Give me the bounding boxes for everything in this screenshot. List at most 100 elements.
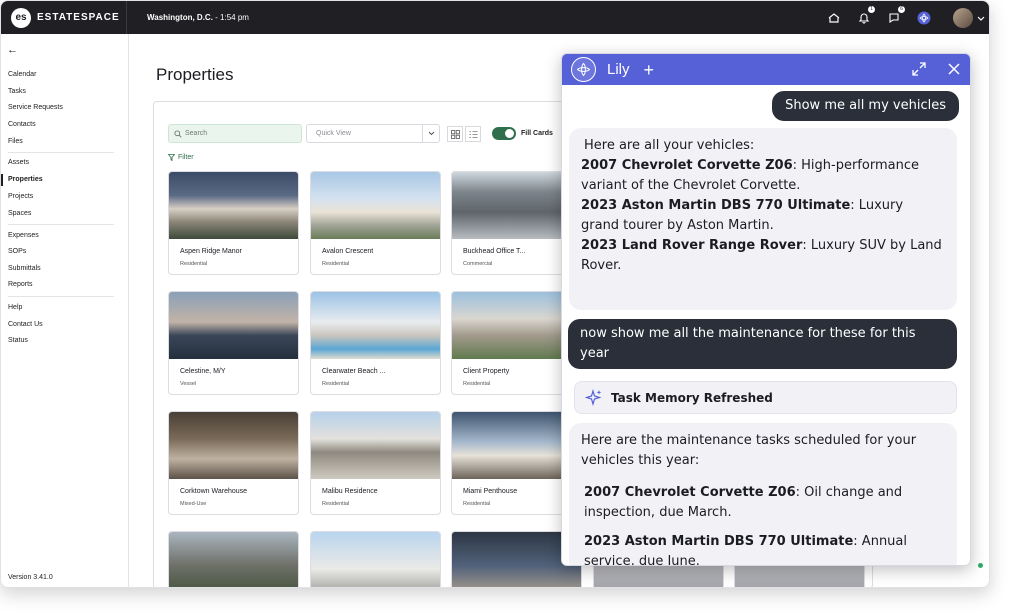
logo-mark: es — [11, 7, 31, 28]
sidebar-item-expenses[interactable]: Expenses — [8, 232, 39, 239]
property-card[interactable]: Aspen Ridge Manor Residential — [168, 171, 299, 275]
notification-badge: 1 — [868, 6, 875, 13]
property-type: Mixed-Use — [180, 501, 207, 507]
status-dot — [978, 563, 983, 568]
property-card[interactable] — [168, 531, 299, 587]
assistant-intro: Here are the maintenance tasks scheduled… — [581, 433, 917, 468]
search-placeholder: Search — [185, 130, 208, 137]
top-bar: es ESTATESPACE Washington, D.C. - 1:54 p… — [1, 1, 989, 34]
sidebar-item-files[interactable]: Files — [8, 138, 23, 145]
property-type: Residential — [180, 261, 208, 267]
property-image — [311, 532, 440, 587]
property-image — [169, 412, 298, 479]
property-image — [169, 532, 298, 587]
list-view-button[interactable] — [465, 126, 481, 142]
property-name: Avalon Crescent — [322, 248, 374, 255]
sidebar-item-submittals[interactable]: Submittals — [8, 265, 41, 272]
avatar[interactable] — [953, 7, 973, 28]
chevron-down-icon — [422, 125, 439, 142]
property-card[interactable]: Corktown Warehouse Mixed-Use — [168, 411, 299, 515]
memory-label: Task Memory Refreshed — [611, 390, 773, 405]
chevron-down-icon[interactable] — [977, 9, 985, 27]
messages-badge: 6 — [898, 6, 905, 13]
property-card[interactable]: Clearwater Beach ... Residential — [310, 291, 441, 395]
property-name: Corktown Warehouse — [180, 488, 248, 495]
active-indicator — [1, 174, 3, 186]
top-icons: 1 6 — [819, 1, 989, 34]
chat-icon[interactable]: 6 — [879, 1, 909, 34]
sidebar-item-contact-us[interactable]: Contact Us — [8, 321, 43, 328]
user-message: Show me all my vehicles — [772, 91, 959, 121]
property-name: Aspen Ridge Manor — [180, 248, 242, 255]
vehicle-name: 2023 Aston Martin DBS 770 Ultimate — [584, 534, 854, 549]
vehicle-name: 2023 Land Rover Range Rover — [581, 238, 803, 253]
expand-icon[interactable] — [912, 62, 926, 81]
time-label: - 1:54 pm — [212, 13, 249, 22]
chat-messages: Show me all my vehicles Here are all you… — [562, 85, 970, 565]
property-name: Celestine, M/Y — [180, 368, 226, 375]
maintenance-item: 2007 Chevrolet Corvette Z06: Oil change … — [581, 483, 945, 523]
lily-logo-icon — [571, 57, 596, 82]
quick-view-select[interactable]: Quick View — [306, 124, 440, 143]
sidebar-item-assets[interactable]: Assets — [8, 159, 29, 166]
user-message: now show me all the maintenance for thes… — [568, 319, 957, 369]
grid-icon — [450, 129, 460, 139]
sidebar-item-projects[interactable]: Projects — [8, 193, 33, 200]
lily-icon[interactable] — [909, 1, 939, 34]
back-arrow-icon[interactable]: ← — [7, 44, 18, 56]
property-card[interactable]: Malibu Residence Residential — [310, 411, 441, 515]
sidebar-item-calendar[interactable]: Calendar — [8, 71, 36, 78]
property-card[interactable]: Avalon Crescent Residential — [310, 171, 441, 275]
version-label: Version 3.41.0 — [8, 574, 53, 581]
logo[interactable]: es ESTATESPACE — [11, 1, 127, 34]
property-type: Residential — [322, 261, 350, 267]
property-image — [169, 172, 298, 239]
vehicle-name: 2023 Aston Martin DBS 770 Ultimate — [581, 198, 851, 213]
vehicle-item: 2023 Land Rover Range Rover: Luxury SUV … — [581, 236, 945, 276]
sidebar-item-contacts[interactable]: Contacts — [8, 121, 36, 128]
property-name: Malibu Residence — [322, 488, 378, 495]
vehicle-item: 2023 Aston Martin DBS 770 Ultimate: Luxu… — [581, 196, 945, 236]
property-card[interactable] — [310, 531, 441, 587]
fill-cards-toggle[interactable] — [492, 127, 516, 140]
property-image — [311, 172, 440, 239]
property-card[interactable]: Celestine, M/Y Vessel — [168, 291, 299, 395]
sidebar-item-properties[interactable]: Properties — [8, 176, 43, 183]
chat-header: Lily + — [562, 54, 970, 85]
sidebar-item-help[interactable]: Help — [8, 304, 22, 311]
assistant-intro: Here are all your vehicles: — [584, 138, 755, 153]
sidebar-item-spaces[interactable]: Spaces — [8, 210, 31, 217]
filter-icon — [168, 154, 175, 161]
fill-cards-label: Fill Cards — [521, 130, 553, 137]
assistant-message: Here are all your vehicles: 2007 Chevrol… — [569, 128, 957, 310]
memory-status: Task Memory Refreshed — [574, 381, 957, 414]
vehicle-item: 2007 Chevrolet Corvette Z06: High-perfor… — [581, 156, 945, 196]
location-time: Washington, D.C. - 1:54 pm — [147, 13, 249, 22]
property-type: Vessel — [180, 381, 197, 387]
property-image — [169, 292, 298, 359]
grid-view-button[interactable] — [447, 126, 463, 142]
close-icon[interactable] — [947, 62, 961, 81]
property-name: Clearwater Beach ... — [322, 368, 386, 375]
sidebar-divider — [8, 296, 114, 297]
property-name: Buckhead Office T... — [463, 248, 526, 255]
maintenance-item: 2023 Aston Martin DBS 770 Ultimate: Annu… — [581, 532, 945, 565]
property-name: Miami Penthouse — [463, 488, 518, 495]
sidebar-item-reports[interactable]: Reports — [8, 281, 33, 288]
search-input[interactable]: Search — [168, 124, 302, 143]
sidebar-item-tasks[interactable]: Tasks — [8, 88, 26, 95]
sidebar-item-status[interactable]: Status — [8, 337, 28, 344]
list-icon — [469, 130, 477, 138]
vehicle-name: 2007 Chevrolet Corvette Z06 — [584, 485, 796, 500]
sidebar-divider — [8, 224, 114, 225]
sidebar-item-service-requests[interactable]: Service Requests — [8, 104, 63, 111]
bell-icon[interactable]: 1 — [849, 1, 879, 34]
home-icon[interactable] — [819, 1, 849, 34]
filter-button[interactable]: Filter — [168, 154, 194, 161]
new-chat-button[interactable]: + — [644, 61, 655, 79]
property-name: Client Property — [463, 368, 510, 375]
sidebar-item-sops[interactable]: SOPs — [8, 248, 26, 255]
property-type: Residential — [322, 381, 350, 387]
property-type: Commercial — [463, 261, 493, 267]
search-icon — [174, 129, 182, 138]
